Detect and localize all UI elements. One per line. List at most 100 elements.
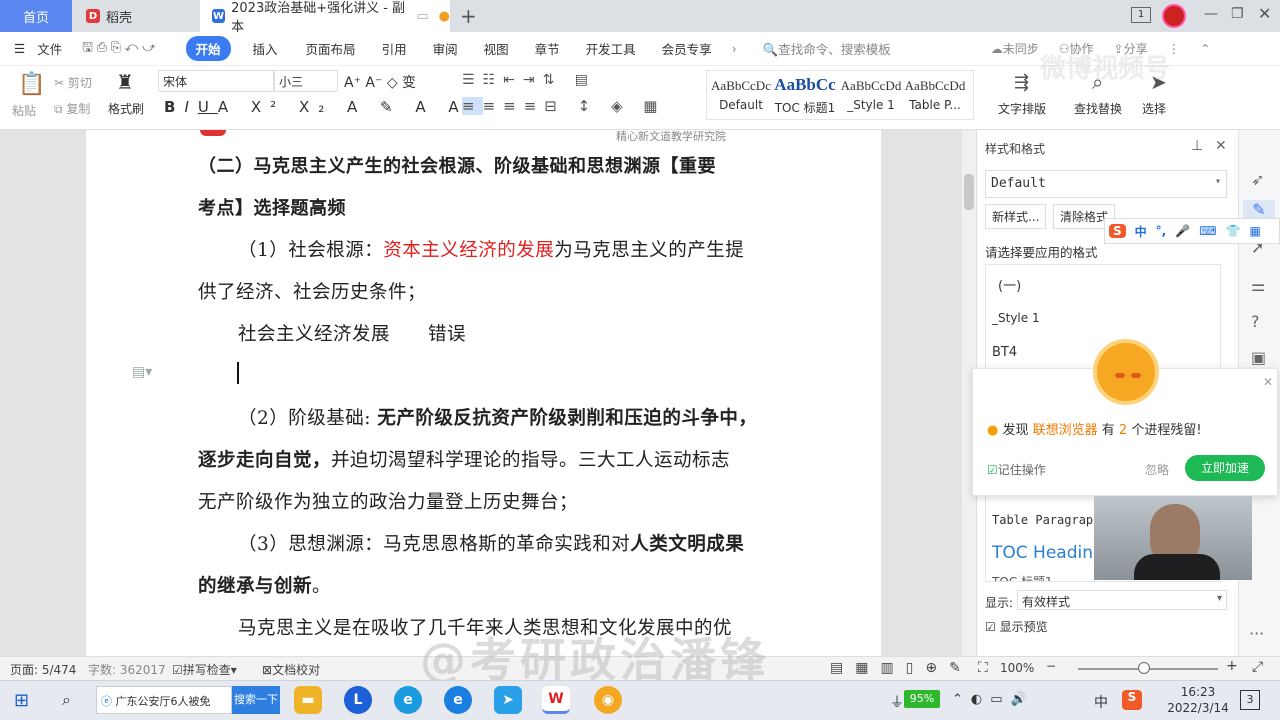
- menu-view[interactable]: 视图: [474, 39, 519, 58]
- zoom-level[interactable]: 100%: [1000, 661, 1034, 675]
- taskbar-search-icon[interactable]: ⌕: [62, 690, 71, 710]
- avatar[interactable]: [1162, 4, 1186, 28]
- ie-browser-icon[interactable]: e: [444, 686, 472, 714]
- font-grow-shrink-icons[interactable]: A⁺ A⁻ ◇ 变: [344, 72, 416, 92]
- wps-icon[interactable]: W: [542, 686, 570, 714]
- hamburger-icon[interactable]: ☰: [0, 41, 35, 56]
- windows-start-icon[interactable]: ⊞: [14, 690, 29, 711]
- pin-icon[interactable]: ⊥: [1191, 138, 1203, 154]
- show-select[interactable]: 有效样式 ▾: [1017, 590, 1227, 610]
- style-item-toc1[interactable]: TOC 标题1: [992, 573, 1053, 581]
- taskbar-search-button[interactable]: 搜索一下: [232, 686, 280, 714]
- menu-insert[interactable]: 插入: [243, 39, 288, 58]
- image-icon[interactable]: ▣: [1251, 348, 1266, 367]
- fit-page-icon[interactable]: ⛶: [978, 660, 988, 676]
- zoom-out-icon[interactable]: −: [1046, 659, 1056, 673]
- new-tab-icon[interactable]: +: [460, 4, 477, 28]
- scrollbar-thumb[interactable]: [964, 174, 974, 210]
- style-item-bt4[interactable]: BT4: [992, 345, 1017, 360]
- battery-indicator[interactable]: 95%: [904, 690, 940, 708]
- ime-toolbar[interactable]: S 中 °, 🎤 ⌨ 👕 ▦: [1104, 218, 1280, 244]
- more-menu-icon[interactable]: ›: [722, 41, 747, 56]
- format-painter-button[interactable]: 格式刷: [108, 100, 144, 117]
- text-style-icons[interactable]: BIUA X² X₂ A ✎ A A: [164, 98, 468, 116]
- tab-home[interactable]: 首页: [0, 0, 72, 32]
- style-item-table-paragraph[interactable]: Table Paragraph: [992, 513, 1100, 527]
- toolbox-icon[interactable]: ▦: [1249, 224, 1260, 238]
- window-count-badge[interactable]: 1: [1131, 7, 1151, 23]
- tray-icons[interactable]: ⌃◐▭🔊: [952, 692, 1035, 707]
- tab-document[interactable]: W 2023政治基础+强化讲义 - 副本 ▭ ●: [200, 0, 450, 35]
- quick-access-icons[interactable]: 🖫 ⎙ ⎘ ⤺ ⤻: [72, 38, 165, 59]
- fullscreen-icon[interactable]: ⤢: [1252, 659, 1263, 675]
- remember-checkbox[interactable]: ☑记住操作: [987, 461, 1046, 478]
- media-app-icon[interactable]: ◉: [594, 686, 622, 714]
- spell-check-button[interactable]: ☑拼写检查▾: [172, 661, 237, 678]
- menu-file[interactable]: 文件: [35, 39, 72, 58]
- microphone-icon[interactable]: 🎤: [1175, 224, 1190, 238]
- word-count[interactable]: 字数: 362017: [88, 661, 166, 678]
- sync-status[interactable]: ☁未同步: [981, 40, 1049, 57]
- sogou-tray-icon[interactable]: S: [1122, 690, 1142, 710]
- zoom-in-icon[interactable]: +: [1226, 658, 1238, 674]
- align-icons[interactable]: ≡≡≡≡⊟ ↕ ◈ ▦: [462, 97, 665, 115]
- new-style-button[interactable]: 新样式...: [985, 204, 1047, 229]
- search-input[interactable]: 查找命令、搜索模板: [778, 42, 891, 57]
- search-icon[interactable]: 🔍查找命令、搜索模板: [753, 39, 901, 58]
- list-indent-icons[interactable]: ☰☷⇤⇥⇅ ▤: [462, 72, 596, 88]
- ime-chinese-mode[interactable]: 中: [1135, 223, 1147, 240]
- style-table-paragraph[interactable]: AaBbCcDd Table P...: [902, 70, 968, 120]
- close-window-icon[interactable]: ✕: [1258, 4, 1271, 23]
- paste-button[interactable]: 粘贴: [12, 102, 36, 119]
- minimize-icon[interactable]: —: [1204, 6, 1218, 22]
- style-toc1[interactable]: AaBbCc TOC 标题1: [772, 70, 838, 120]
- close-panel-icon[interactable]: ✕: [1215, 138, 1227, 154]
- lenovo-app-icon[interactable]: L: [344, 686, 372, 714]
- paste-icon[interactable]: 📋: [18, 72, 45, 97]
- menu-review[interactable]: 审阅: [423, 39, 468, 58]
- style-style1[interactable]: AaBbCcDd _Style 1: [838, 70, 904, 120]
- accelerate-button[interactable]: 立即加速: [1185, 455, 1265, 481]
- tab-daoke[interactable]: D 稻壳: [74, 0, 198, 32]
- menu-page-layout[interactable]: 页面布局: [296, 39, 366, 58]
- ime-indicator[interactable]: 中: [1094, 692, 1108, 712]
- zoom-slider-thumb[interactable]: [1138, 662, 1150, 674]
- menu-dev-tools[interactable]: 开发工具: [576, 39, 646, 58]
- select-button[interactable]: 选择: [1142, 100, 1166, 117]
- cut-button[interactable]: ✂ 剪切: [54, 74, 92, 91]
- style-item-toc-heading[interactable]: TOC Heading: [992, 543, 1104, 563]
- more-tools-icon[interactable]: ···: [1249, 624, 1264, 643]
- proofread-button[interactable]: ⊠文档校对: [262, 661, 320, 678]
- keyboard-icon[interactable]: ⌨: [1199, 224, 1216, 238]
- format-painter-icon[interactable]: ♜: [116, 70, 134, 94]
- close-popup-icon[interactable]: ✕: [1263, 375, 1273, 389]
- help-icon[interactable]: ?: [1251, 312, 1260, 331]
- skin-icon[interactable]: 👕: [1226, 224, 1241, 238]
- notification-icon[interactable]: 3: [1240, 690, 1260, 710]
- paragraph-handle-icon[interactable]: ▤▾: [132, 364, 152, 380]
- ime-punctuation[interactable]: °,: [1156, 224, 1167, 238]
- restore-icon[interactable]: ❐: [1231, 6, 1244, 22]
- clock[interactable]: 16:23 2022/3/14: [1160, 684, 1236, 716]
- ignore-button[interactable]: 忽略: [1145, 461, 1169, 478]
- style-item-style1[interactable]: _Style 1: [992, 311, 1040, 325]
- font-size-select[interactable]: 小三: [274, 70, 338, 92]
- current-style-select[interactable]: Default ▾: [985, 170, 1227, 198]
- collapse-ribbon-icon[interactable]: ⌃: [1190, 41, 1220, 56]
- sliders-icon[interactable]: ⚌: [1251, 276, 1265, 295]
- menu-references[interactable]: 引用: [372, 39, 417, 58]
- preview-checkbox[interactable]: ☑ 显示预览: [985, 618, 1048, 635]
- text-layout-icon[interactable]: ⇶: [1014, 72, 1029, 93]
- font-family-select[interactable]: 宋体: [158, 70, 274, 92]
- copy-button[interactable]: ⧉ 复制: [54, 100, 90, 117]
- page-indicator[interactable]: 页面: 5/474: [10, 661, 76, 678]
- style-item-yi[interactable]: (一): [998, 275, 1021, 294]
- menu-member[interactable]: 会员专享: [652, 39, 722, 58]
- find-replace-button[interactable]: 查找替换: [1074, 100, 1122, 117]
- rocket-icon[interactable]: ➶: [1251, 170, 1264, 189]
- menu-chapter[interactable]: 章节: [525, 39, 570, 58]
- taskbar-search-box[interactable]: ⓔ 广东公安厅6人被免: [96, 686, 232, 714]
- feishu-icon[interactable]: ➤: [494, 686, 522, 714]
- text-layout-button[interactable]: 文字排版: [998, 100, 1046, 117]
- menu-start[interactable]: 开始: [185, 36, 231, 61]
